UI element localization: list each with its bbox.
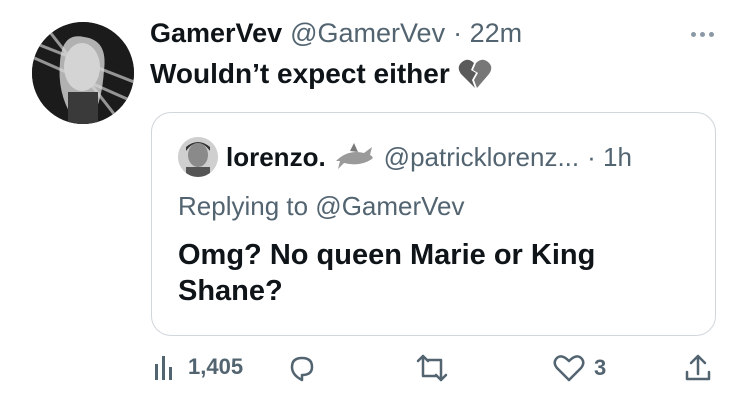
quoted-tweet[interactable]: lorenzo. @patricklorenz... · 1h Replying…	[151, 112, 716, 336]
author-avatar[interactable]	[32, 22, 134, 124]
shark-icon	[335, 143, 373, 169]
more-options-icon[interactable]	[682, 22, 722, 46]
reply-button[interactable]	[286, 352, 318, 384]
quoted-tweet-text: Omg? No queen Marie or King Shane?	[178, 239, 596, 308]
action-bar: 1,405 3	[150, 352, 720, 392]
replying-to[interactable]: Replying to @GamerVev	[178, 191, 465, 222]
retweet-icon	[416, 354, 448, 382]
views-button[interactable]: 1,405	[150, 352, 243, 382]
retweet-button[interactable]	[414, 352, 450, 384]
share-icon	[685, 354, 711, 381]
heart-icon	[553, 355, 585, 382]
quoted-tweet-header: lorenzo. @patricklorenz... · 1h	[178, 137, 632, 177]
tweet-text-content: Wouldn’t expect either	[150, 58, 450, 89]
reply-icon	[290, 356, 314, 382]
tweet-header: GamerVev @GamerVev · 22m	[150, 18, 522, 54]
tweet-text: Wouldn’t expect either	[150, 58, 492, 90]
views-count: 1,405	[188, 354, 244, 379]
quoted-author-avatar[interactable]	[178, 137, 218, 177]
share-button[interactable]	[682, 352, 714, 384]
tweet-time[interactable]: · 22m	[453, 18, 522, 49]
broken-heart-icon	[458, 59, 492, 88]
author-name[interactable]: GamerVev	[150, 18, 282, 49]
quoted-author-name[interactable]: lorenzo.	[226, 142, 326, 173]
author-handle[interactable]: @GamerVev	[290, 18, 445, 49]
quoted-author-handle[interactable]: @patricklorenz...	[384, 142, 579, 173]
like-button[interactable]: 3	[552, 352, 606, 384]
views-icon	[155, 356, 172, 380]
quoted-tweet-time[interactable]: · 1h	[587, 142, 632, 173]
likes-count: 3	[594, 355, 607, 380]
